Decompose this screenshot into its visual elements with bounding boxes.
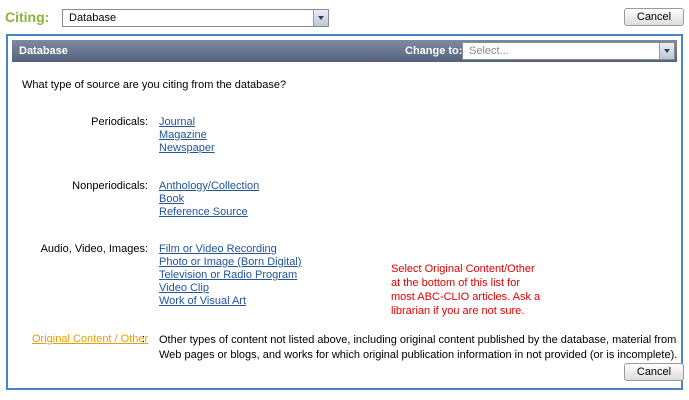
chevron-down-icon[interactable] — [313, 10, 328, 26]
citing-type-value: Database — [69, 12, 117, 24]
link-book[interactable]: Book — [159, 193, 184, 205]
link-newspaper[interactable]: Newspaper — [159, 142, 215, 154]
top-bar: Citing: Database Cancel — [0, 0, 689, 34]
cancel-button-bottom[interactable]: Cancel — [624, 363, 684, 381]
link-original-content-other[interactable]: Original Content / Other — [32, 333, 148, 345]
database-panel: Database Change to: Select... What type … — [6, 34, 684, 390]
change-to-select[interactable]: Select... — [462, 42, 675, 60]
citing-type-select[interactable]: Database — [62, 9, 329, 27]
source-question: What type of source are you citing from … — [22, 79, 287, 91]
help-note: Select Original Content/Other at the bot… — [391, 263, 541, 317]
chevron-down-icon[interactable] — [659, 43, 674, 59]
cancel-button-top[interactable]: Cancel — [624, 8, 684, 26]
original-content-description: Other types of content not listed above,… — [159, 334, 678, 361]
link-television-radio-program[interactable]: Television or Radio Program — [159, 269, 297, 281]
change-to-label: Change to: — [405, 45, 463, 57]
category-label-nonperiodicals: Nonperiodicals: — [72, 180, 148, 192]
link-reference-source[interactable]: Reference Source — [159, 206, 248, 218]
panel-title: Database — [19, 45, 68, 57]
citing-label: Citing: — [5, 9, 50, 25]
link-magazine[interactable]: Magazine — [159, 129, 207, 141]
original-content-colon: : — [142, 333, 146, 345]
panel-header: Database Change to: Select... — [12, 40, 677, 62]
category-label-periodicals: Periodicals: — [91, 116, 148, 128]
link-journal[interactable]: Journal — [159, 116, 195, 128]
category-label-audio-video-images: Audio, Video, Images: — [40, 243, 148, 255]
link-photo-image[interactable]: Photo or Image (Born Digital) — [159, 256, 301, 268]
link-work-of-visual-art[interactable]: Work of Visual Art — [159, 295, 246, 307]
link-anthology-collection[interactable]: Anthology/Collection — [159, 180, 259, 192]
link-video-clip[interactable]: Video Clip — [159, 282, 209, 294]
link-film-video-recording[interactable]: Film or Video Recording — [159, 243, 277, 255]
change-to-placeholder: Select... — [469, 45, 509, 57]
